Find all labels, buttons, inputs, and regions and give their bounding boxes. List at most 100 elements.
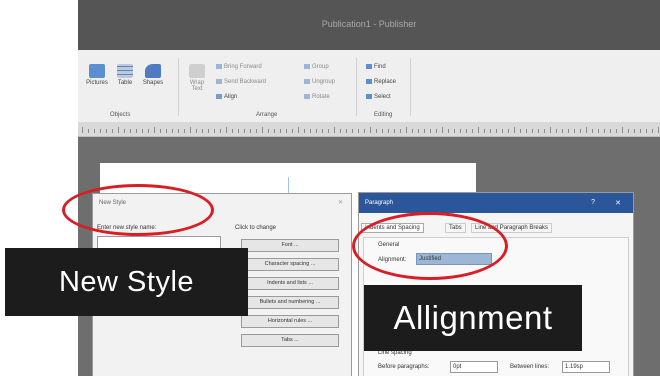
highlight-ellipse bbox=[62, 184, 214, 236]
ruler-tick bbox=[340, 129, 341, 133]
ruler-tick bbox=[514, 127, 515, 133]
ruler-tick bbox=[532, 129, 533, 133]
ruler-tick bbox=[220, 129, 221, 133]
ruler-tick bbox=[226, 127, 227, 133]
ruler-tick bbox=[268, 129, 269, 133]
wrap-text-button[interactable]: Wrap Text bbox=[186, 64, 208, 92]
send-backward-icon bbox=[216, 79, 222, 84]
ruler-tick bbox=[538, 129, 539, 133]
ruler-tick bbox=[520, 129, 521, 133]
ruler-tick bbox=[658, 127, 659, 133]
ruler-tick bbox=[196, 129, 197, 133]
horizontal-rules-button[interactable]: Horizontal rules ... bbox=[241, 315, 339, 328]
ruler-tick bbox=[388, 129, 389, 133]
ruler-tick bbox=[580, 129, 581, 133]
ruler-tick bbox=[160, 129, 161, 133]
ruler-tick bbox=[202, 129, 203, 133]
font-button[interactable]: Font ... bbox=[241, 239, 339, 252]
ruler-tick bbox=[310, 129, 311, 133]
rotate-button[interactable]: Rotate bbox=[304, 94, 330, 100]
ruler-tick bbox=[430, 129, 431, 133]
title-bar: Publication1 - Publisher bbox=[78, 0, 660, 50]
ruler-tick bbox=[466, 129, 467, 133]
character-spacing-button[interactable]: Character spacing ... bbox=[241, 258, 339, 271]
window-title: Publication1 - Publisher bbox=[321, 19, 417, 29]
ruler-tick bbox=[358, 129, 359, 133]
between-lines-input[interactable]: 1.19sp bbox=[562, 361, 610, 373]
ruler-tick bbox=[364, 129, 365, 133]
send-backward-button[interactable]: Send Backward bbox=[216, 79, 266, 85]
ruler-tick bbox=[370, 127, 371, 133]
highlight-ellipse bbox=[352, 212, 508, 280]
ruler-tick bbox=[556, 129, 557, 133]
ruler-tick bbox=[418, 129, 419, 133]
ruler-tick bbox=[598, 129, 599, 133]
replace-button[interactable]: Replace bbox=[366, 79, 396, 85]
ruler-tick bbox=[562, 129, 563, 133]
alignment-overlay-label: Allignment bbox=[364, 285, 582, 351]
ruler-tick bbox=[304, 129, 305, 133]
ruler-tick bbox=[214, 129, 215, 133]
group-button[interactable]: Group bbox=[304, 64, 329, 70]
ruler-tick bbox=[526, 129, 527, 133]
ruler-tick bbox=[550, 127, 551, 133]
wrap-text-icon bbox=[189, 64, 205, 78]
close-icon[interactable]: ✕ bbox=[615, 199, 621, 207]
replace-icon bbox=[366, 79, 372, 84]
ruler-tick bbox=[442, 127, 443, 133]
ruler-tick bbox=[166, 129, 167, 133]
ruler-tick bbox=[82, 127, 83, 133]
pictures-icon bbox=[89, 64, 105, 78]
ruler-tick bbox=[100, 129, 101, 133]
ruler-tick bbox=[628, 129, 629, 133]
table-button[interactable]: Table bbox=[114, 64, 136, 86]
ruler-tick bbox=[262, 127, 263, 133]
ruler-tick bbox=[316, 129, 317, 133]
ruler-tick bbox=[406, 127, 407, 133]
ruler-tick bbox=[478, 127, 479, 133]
ruler-tick bbox=[238, 129, 239, 133]
align-button[interactable]: Align bbox=[216, 94, 237, 100]
ruler-tick bbox=[400, 129, 401, 133]
ruler-tick bbox=[232, 129, 233, 133]
ruler-tick bbox=[574, 129, 575, 133]
ruler-tick bbox=[568, 129, 569, 133]
tabs-button[interactable]: Tabs ... bbox=[241, 334, 339, 347]
ruler-tick bbox=[610, 129, 611, 133]
ruler-tick bbox=[448, 129, 449, 133]
ruler-tick bbox=[298, 127, 299, 133]
before-paragraphs-input[interactable]: 0pt bbox=[450, 361, 498, 373]
click-to-change-label: Click to change bbox=[235, 225, 277, 231]
ruler-tick bbox=[112, 129, 113, 133]
select-icon bbox=[366, 94, 372, 99]
ruler-tick bbox=[490, 129, 491, 133]
shapes-button[interactable]: Shapes bbox=[140, 64, 166, 86]
ruler-tick bbox=[622, 127, 623, 133]
help-icon[interactable]: ? bbox=[591, 199, 595, 206]
ruler-tick bbox=[250, 129, 251, 133]
ruler-tick bbox=[652, 129, 653, 133]
ruler-tick bbox=[640, 129, 641, 133]
ruler-tick bbox=[280, 129, 281, 133]
bullets-numbering-button[interactable]: Bullets and numbering ... bbox=[241, 296, 339, 309]
find-button[interactable]: Find bbox=[366, 64, 386, 70]
ruler-tick bbox=[460, 129, 461, 133]
group-icon bbox=[304, 64, 310, 69]
ribbon: Pictures Table Shapes Objects Wrap Text … bbox=[78, 50, 660, 123]
ruler-tick bbox=[484, 129, 485, 133]
ruler-tick bbox=[472, 129, 473, 133]
ungroup-button[interactable]: Ungroup bbox=[304, 79, 335, 85]
ungroup-icon bbox=[304, 79, 310, 84]
divider bbox=[410, 58, 411, 116]
divider bbox=[356, 58, 357, 116]
bring-forward-button[interactable]: Bring Forward bbox=[216, 64, 262, 70]
select-button[interactable]: Select bbox=[366, 94, 391, 100]
ruler-tick bbox=[190, 127, 191, 133]
pictures-button[interactable]: Pictures bbox=[84, 64, 110, 86]
ruler-tick bbox=[328, 129, 329, 133]
indents-lists-button[interactable]: Indents and lists ... bbox=[241, 277, 339, 290]
ruler-tick bbox=[334, 127, 335, 133]
close-icon[interactable]: ✕ bbox=[338, 199, 343, 206]
ruler-tick bbox=[586, 127, 587, 133]
ruler-tick bbox=[412, 129, 413, 133]
